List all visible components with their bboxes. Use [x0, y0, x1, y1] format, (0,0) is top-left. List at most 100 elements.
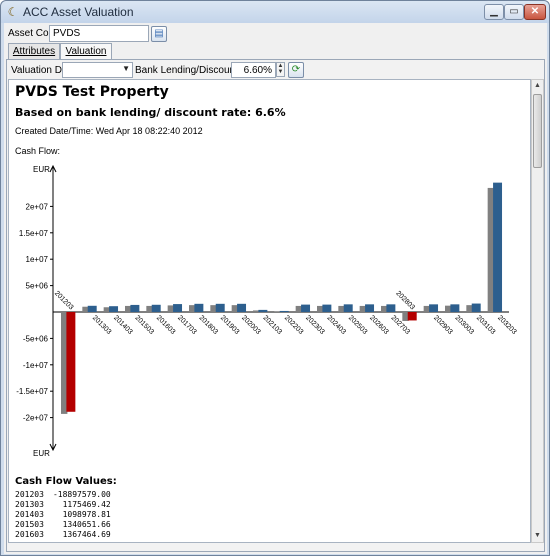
rate-value: 6.60%: [243, 65, 272, 76]
x-category-label: 201503: [133, 314, 155, 336]
client-area: Asset Code PVDS ▤ Attributes Valuation V…: [4, 23, 547, 554]
y-tick-label: -5e+06: [23, 334, 49, 343]
x-category-label: 202303: [304, 314, 326, 336]
cash-flow-bar: [493, 182, 503, 312]
cash-flow-values-title: Cash Flow Values:: [15, 476, 117, 487]
y-axis-label-top: EUR: [33, 165, 50, 174]
x-category-label: 201803: [197, 314, 219, 336]
y-tick-label: 1e+07: [26, 255, 49, 264]
cash-flow-period: 201303: [15, 500, 44, 509]
x-category-label: 203003: [453, 314, 475, 336]
y-tick-label: 1.5e+07: [19, 229, 49, 238]
window-title: ACC Asset Valuation: [23, 5, 134, 19]
created-datetime: Created Date/Time: Wed Apr 18 08:22:40 2…: [15, 126, 203, 136]
report-title: PVDS Test Property: [15, 84, 169, 100]
x-category-label: 203103: [475, 314, 497, 336]
y-tick-label: 2e+07: [26, 202, 49, 211]
cash-flow-period: 201403: [15, 510, 44, 519]
cash-flow-bar: [471, 303, 481, 312]
report-view: PVDS Test Property Based on bank lending…: [8, 79, 531, 543]
cash-flow-amount: 1098978.81: [62, 510, 111, 519]
cash-flow-value-row: 201603 1367464.69: [15, 530, 111, 540]
cash-flow-bar: [87, 305, 97, 312]
cash-flow-bar: [279, 310, 289, 312]
minimize-button[interactable]: ▁: [484, 4, 504, 20]
x-category-label: 202803: [394, 290, 416, 312]
cash-flow-values-list: 201203 -18897579.00 201303 1175469.42 2014…: [15, 490, 111, 540]
x-category-label: 201903: [219, 314, 241, 336]
cash-flow-bar: [450, 304, 460, 312]
cash-flow-bar: [109, 306, 119, 312]
asset-code-value: PVDS: [53, 28, 81, 39]
cash-flow-amount: 1340651.66: [62, 520, 111, 529]
dropdown-arrow-icon: ▼: [122, 64, 130, 73]
x-category-label: 202603: [368, 314, 390, 336]
cash-flow-bar: [301, 304, 311, 312]
title-bar: ☾ ACC Asset Valuation ▁ ▭ ✕: [1, 1, 549, 23]
cash-flow-bar: [429, 304, 439, 312]
tab-valuation-label: Valuation: [65, 46, 107, 57]
cash-flow-bar: [215, 303, 225, 312]
x-category-label: 201403: [112, 314, 134, 336]
scroll-down-icon[interactable]: ▼: [532, 530, 543, 542]
y-tick-label: 5e+06: [26, 282, 49, 291]
cash-flow-bar: [151, 304, 161, 312]
cash-flow-value-row: 201303 1175469.42: [15, 500, 111, 510]
cash-flow-amount: 1175469.42: [62, 500, 111, 509]
scrollbar-thumb[interactable]: [533, 94, 542, 168]
cash-flow-bar: [173, 304, 183, 312]
floppy-disk-icon: ▤: [154, 28, 164, 39]
cash-flow-bar: [407, 312, 417, 321]
cash-flow-bar: [343, 304, 353, 312]
y-tick-label: -1.5e+07: [16, 387, 48, 396]
valuation-date-select[interactable]: ▼: [62, 62, 133, 78]
application-window: ☾ ACC Asset Valuation ▁ ▭ ✕ Asset Code P…: [0, 0, 550, 556]
report-subtitle: Based on bank lending/ discount rate: 6.…: [15, 106, 286, 119]
tab-attributes-label: Attributes: [12, 46, 56, 57]
cash-flow-chart: EUR EUR 2e+07 1.5e+07 1e+07 5e+06 -5e+06 -1e+07…: [16, 164, 518, 458]
x-category-label: 202403: [325, 314, 347, 336]
vertical-scrollbar[interactable]: ▲ ▼: [531, 79, 544, 543]
x-category-label: 202903: [432, 314, 454, 336]
spinner-down-icon[interactable]: ▼: [277, 69, 284, 75]
x-category-label: 201303: [91, 314, 113, 336]
x-category-label: 202103: [261, 314, 283, 336]
refresh-button[interactable]: ⟳: [288, 62, 304, 78]
tab-valuation[interactable]: Valuation: [60, 43, 112, 60]
rate-spinner[interactable]: ▲ ▼: [276, 62, 285, 77]
x-category-label: 201703: [176, 314, 198, 336]
asset-code-field[interactable]: PVDS: [49, 25, 149, 42]
cash-flow-bar: [237, 303, 247, 312]
x-category-label: 202503: [347, 314, 369, 336]
cash-flow-bar: [194, 303, 204, 312]
save-button[interactable]: ▤: [151, 26, 167, 42]
x-category-label: 201603: [155, 314, 177, 336]
cash-flow-period: 201603: [15, 530, 44, 539]
x-category-label: 201203: [53, 290, 75, 312]
scroll-up-icon[interactable]: ▲: [532, 80, 543, 92]
tab-attributes[interactable]: Attributes: [8, 43, 60, 59]
cash-flow-bar: [66, 312, 76, 412]
x-category-label: 202003: [240, 314, 262, 336]
cash-flow-bar: [365, 304, 375, 312]
cash-flow-period: 201203: [15, 490, 44, 499]
cash-flow-bar: [130, 304, 140, 312]
cash-flow-amount: -18897579.00: [52, 490, 111, 499]
y-axis-label-bottom: EUR: [33, 449, 50, 458]
cash-flow-period: 201503: [15, 520, 44, 529]
refresh-icon: ⟳: [291, 64, 301, 75]
cash-flow-value-row: 201503 1340651.66: [15, 520, 111, 530]
cash-flow-amount: 1367464.69: [62, 530, 111, 539]
y-tick-label: -1e+07: [23, 361, 49, 370]
cash-flow-label: Cash Flow:: [15, 146, 61, 156]
cash-flow-bar: [322, 304, 332, 312]
cash-flow-bar: [386, 304, 396, 312]
close-button[interactable]: ✕: [524, 4, 546, 20]
maximize-button[interactable]: ▭: [504, 4, 524, 20]
cash-flow-bar: [258, 309, 268, 312]
cash-flow-value-row: 201403 1098978.81: [15, 510, 111, 520]
x-category-label: 203203: [496, 314, 518, 336]
rate-field[interactable]: 6.60%: [231, 62, 276, 78]
cash-flow-value-row: 201203 -18897579.00: [15, 490, 111, 500]
y-tick-label: -2e+07: [23, 414, 49, 423]
